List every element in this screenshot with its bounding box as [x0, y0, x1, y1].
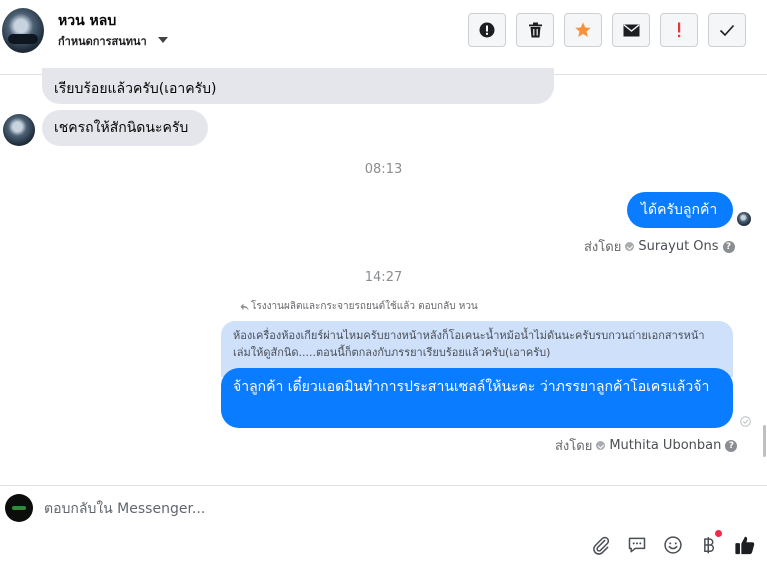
message-text: เชครถให้สักนิดนะครับ: [54, 120, 189, 136]
reply-input[interactable]: [44, 497, 544, 521]
delete-button[interactable]: [516, 13, 554, 47]
contact-avatar[interactable]: [2, 8, 44, 53]
mail-button[interactable]: [612, 13, 650, 47]
timestamp: 08:13: [364, 162, 403, 177]
thread-scrollbar[interactable]: [763, 425, 766, 457]
info-button[interactable]: [468, 13, 506, 47]
sent-by-label: ส่งโดย: [555, 439, 593, 454]
verified-check-icon: [625, 242, 635, 251]
envelope-icon: [623, 23, 639, 36]
info-icon: [479, 22, 495, 38]
saved-replies-button[interactable]: [625, 533, 649, 557]
message-text: จ้าลูกค้า เดี๋ยวแอดมินทำการประสานเซลล์ให…: [233, 379, 710, 395]
exclamation-icon: [678, 22, 681, 38]
incoming-message-bubble[interactable]: เรียบร้อยแล้วครับ(เอาครับ): [42, 68, 554, 104]
sent-by-label: ส่งโดย: [584, 240, 622, 255]
sent-by-row: ส่งโดย Muthita Ubonban ?: [555, 435, 738, 456]
help-icon[interactable]: ?: [725, 439, 738, 452]
checkmark-icon: [719, 24, 735, 36]
payment-button[interactable]: [697, 530, 722, 557]
help-icon[interactable]: ?: [722, 240, 735, 253]
notification-badge: [715, 530, 722, 537]
manage-conversation-label[interactable]: กำหนดการสนทนา: [58, 32, 147, 50]
emoji-icon: [664, 536, 682, 554]
incoming-message-bubble[interactable]: เชครถให้สักนิดนะครับ: [42, 110, 208, 146]
page-avatar: [5, 494, 33, 522]
message-text: ได้ครับลูกค้า: [641, 202, 718, 218]
delivered-status-icon: [740, 412, 751, 431]
emoji-button[interactable]: [661, 533, 685, 557]
sender-name[interactable]: Surayut Ons: [638, 239, 718, 254]
like-button[interactable]: [733, 533, 757, 557]
conversation-header: หวน หลบ กำหนดการสนทนา: [0, 0, 767, 75]
sender-name[interactable]: Muthita Ubonban: [609, 438, 721, 453]
composer-divider: [0, 485, 767, 486]
contact-name[interactable]: หวน หลบ: [58, 10, 116, 32]
outgoing-message-bubble[interactable]: จ้าลูกค้า เดี๋ยวแอดมินทำการประสานเซลล์ให…: [221, 368, 733, 428]
contact-avatar-small[interactable]: [3, 114, 35, 146]
message-text: เรียบร้อยแล้วครับ(เอาครับ): [54, 81, 217, 97]
chat-bubble-icon: [628, 537, 646, 553]
star-icon: [575, 22, 591, 37]
mark-done-button[interactable]: [708, 13, 746, 47]
verified-check-icon: [596, 441, 606, 450]
outgoing-message-bubble[interactable]: ได้ครับลูกค้า: [627, 192, 733, 228]
reply-arrow-icon: [240, 303, 249, 310]
reply-context: โรงงานผลิตและกระจายรถยนต์ใช้แล้ว ตอบกลับ…: [240, 299, 478, 314]
trash-icon: [528, 22, 542, 38]
star-button[interactable]: [564, 13, 602, 47]
caret-down-icon[interactable]: [158, 37, 168, 43]
baht-icon: [704, 537, 715, 554]
timestamp: 14:27: [364, 270, 403, 285]
thumbs-up-icon: [735, 536, 755, 555]
sent-by-row: ส่งโดย Surayut Ons ?: [584, 236, 735, 257]
paperclip-icon: [593, 536, 610, 555]
attach-file-button[interactable]: [589, 533, 613, 557]
mark-important-button[interactable]: [660, 13, 698, 47]
seen-avatar: [737, 212, 751, 226]
